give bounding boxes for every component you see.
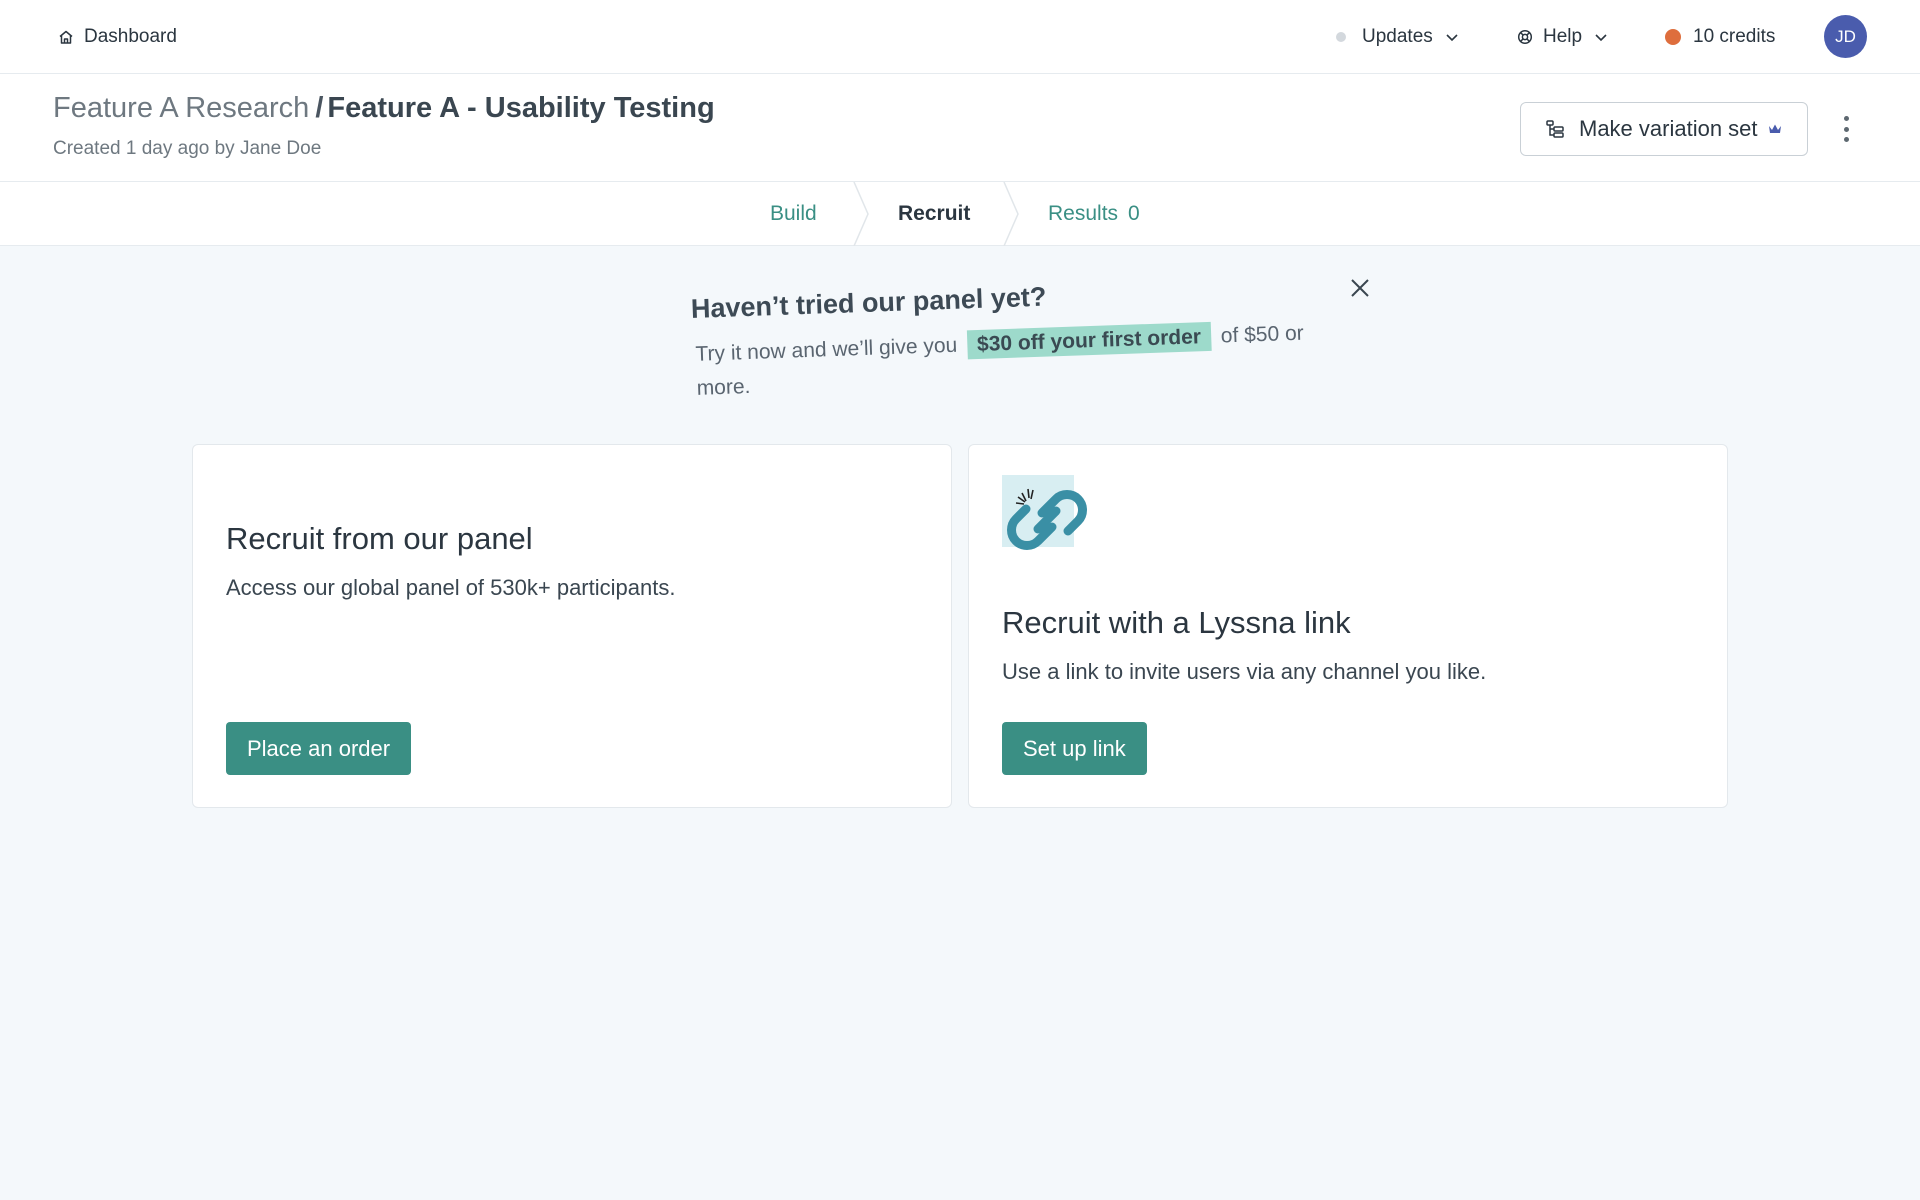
results-count: 0 (1128, 202, 1140, 225)
tab-divider (853, 182, 869, 246)
help-dropdown[interactable]: Help (1517, 24, 1608, 50)
tab-results-label: Results (1048, 202, 1119, 225)
promo-title: Haven’t tried our panel yet? (690, 281, 1047, 324)
crown-icon (1768, 123, 1782, 135)
more-options-button[interactable] (1834, 114, 1858, 144)
promo-text: Try it now and we’ll give you $30 off yo… (695, 315, 1357, 406)
tab-divider (1003, 182, 1019, 246)
credits-dot (1665, 29, 1681, 45)
breadcrumb-parent-link[interactable]: Feature A Research (53, 92, 309, 124)
tab-build[interactable]: Build (770, 202, 817, 226)
help-label: Help (1543, 26, 1583, 47)
updates-label: Updates (1362, 26, 1433, 47)
make-variation-set-label: Make variation set (1579, 116, 1758, 141)
kebab-icon (1843, 116, 1849, 121)
dashboard-link[interactable]: Dashboard (58, 24, 177, 50)
panel-promo-banner: Haven’t tried our panel yet? Try it now … (690, 259, 1364, 412)
breadcrumb: Feature A Research / Feature A - Usability… (53, 92, 715, 125)
updates-status-dot (1336, 32, 1346, 42)
tab-results[interactable]: Results 0 (1048, 202, 1140, 226)
credits-indicator[interactable]: 10 credits (1665, 24, 1775, 50)
place-order-button[interactable]: Place an order (226, 722, 412, 775)
step-tabs: Build Recruit Results 0 (0, 182, 1920, 246)
lifebuoy-icon (1517, 29, 1533, 45)
breadcrumb-separator: / (315, 92, 324, 124)
close-icon[interactable] (1348, 276, 1372, 300)
link-illustration (1002, 475, 1092, 565)
variation-icon (1545, 119, 1565, 139)
home-icon (58, 29, 74, 45)
promo-discount-highlight: $30 off your first order (966, 321, 1212, 360)
chevron-down-icon (1594, 32, 1608, 42)
recruit-link-title: Recruit with a Lyssna link (1002, 605, 1351, 640)
created-info: Created 1 day ago by Jane Doe (53, 138, 322, 159)
avatar[interactable]: JD (1824, 15, 1867, 58)
promo-text-before: Try it now and we’ll give you (695, 333, 958, 366)
chevron-down-icon (1445, 32, 1459, 42)
updates-dropdown[interactable]: Updates (1336, 24, 1459, 50)
credits-label: 10 credits (1693, 26, 1776, 47)
recruit-panel-title: Recruit from our panel (226, 521, 533, 556)
page-title: Feature A - Usability Testing (327, 92, 715, 124)
make-variation-set-button[interactable]: Make variation set (1520, 102, 1808, 156)
set-up-link-button[interactable]: Set up link (1002, 722, 1147, 775)
dashboard-label: Dashboard (84, 26, 177, 47)
recruit-panel-description: Access our global panel of 530k+ partici… (226, 575, 676, 600)
recruit-panel-card: Recruit from our panel Access our global… (192, 444, 952, 808)
tab-recruit[interactable]: Recruit (898, 202, 970, 226)
recruit-link-card: Recruit with a Lyssna link Use a link to… (968, 444, 1728, 808)
page-header: Feature A Research / Feature A - Usability… (0, 74, 1920, 182)
recruit-link-description: Use a link to invite users via any chann… (1002, 659, 1487, 684)
top-navigation-bar: Dashboard Updates Help 10 credits JD (0, 0, 1920, 74)
